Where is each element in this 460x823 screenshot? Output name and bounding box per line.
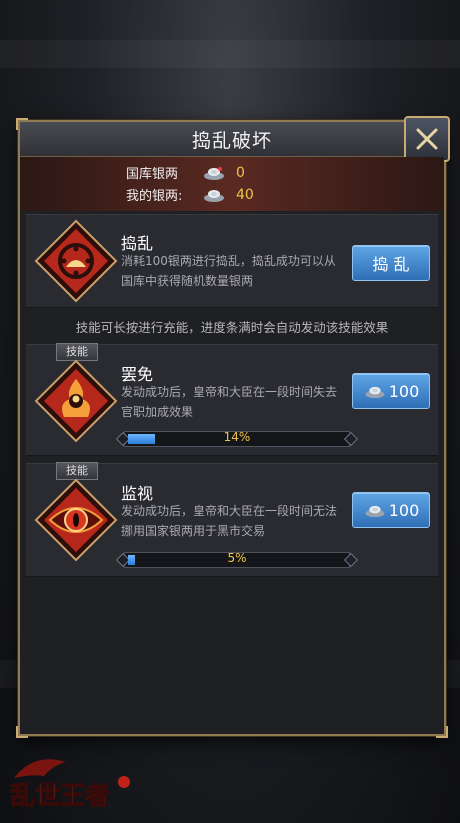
svg-text:乱世王者: 乱世王者: [10, 781, 110, 810]
disrupt-card: 捣乱 消耗100银两进行捣乱，捣乱成功可以从国库中获得随机数量银两 捣 乱: [26, 214, 438, 308]
progress-percent: 5%: [227, 551, 247, 565]
disrupt-button-label: 捣 乱: [372, 255, 410, 274]
silver-ingot-icon: [204, 189, 224, 202]
disrupt-dialog: 捣乱破坏 国库银两 0 我的银两: 40 捣乱 消耗100银两进行捣乱，捣乱成功…: [16, 116, 450, 738]
treasury-row: 国库银两 0: [126, 163, 245, 183]
frame-corner: [16, 726, 28, 738]
surveil-emblem-icon: [34, 478, 118, 562]
my-silver-label: 我的银两:: [126, 189, 183, 204]
silver-ingot-icon: [365, 386, 385, 398]
background-stripe: [0, 40, 460, 68]
dismiss-emblem-icon: [34, 359, 118, 443]
skill-dismiss-cost-button[interactable]: 100: [352, 373, 430, 409]
treasury-value: 0: [236, 164, 245, 181]
game-logo: 乱世王者: [10, 759, 130, 811]
silver-ingot-icon: [365, 505, 385, 517]
skill-cost: 100: [388, 381, 420, 401]
skill-description: 发动成功后，皇帝和大臣在一段时间失去官职加成效果: [121, 385, 338, 419]
skill-surveil-cost-button[interactable]: 100: [352, 492, 430, 528]
silver-ingot-icon: [204, 166, 224, 180]
treasury-label: 国库银两: [126, 167, 179, 182]
skill-charge-progress: 14%: [124, 430, 350, 447]
skill-tip: 技能可长按进行充能，进度条满时会自动发动该技能效果: [75, 320, 389, 335]
dialog-title-bar: 捣乱破坏: [20, 122, 444, 157]
disrupt-emblem-icon: [34, 219, 118, 303]
skill-cost: 100: [388, 500, 420, 520]
my-silver-row: 我的银两: 40: [126, 185, 254, 205]
progress-percent: 14%: [223, 430, 251, 444]
silver-balance-panel: 国库银两 0 我的银两: 40: [20, 157, 444, 211]
my-silver-value: 40: [236, 186, 254, 203]
skill-card-surveil: 技能 监视 发动成功后，皇帝和大臣在一段时间无法挪用国家银两用于黑市交易 100…: [26, 462, 438, 577]
close-icon: [416, 128, 438, 150]
dialog-title: 捣乱破坏: [191, 129, 272, 152]
frame-corner: [436, 726, 448, 738]
skill-card-dismiss: 技能 罢免 发动成功后，皇帝和大臣在一段时间失去官职加成效果 100 14%: [26, 343, 438, 456]
skill-charge-progress: 5%: [124, 551, 350, 568]
close-button[interactable]: [404, 116, 450, 162]
disrupt-button[interactable]: 捣 乱: [352, 245, 430, 281]
disrupt-description: 消耗100银两进行捣乱，捣乱成功可以从国库中获得随机数量银两: [121, 254, 336, 288]
skill-description: 发动成功后，皇帝和大臣在一段时间无法挪用国家银两用于黑市交易: [121, 504, 338, 538]
